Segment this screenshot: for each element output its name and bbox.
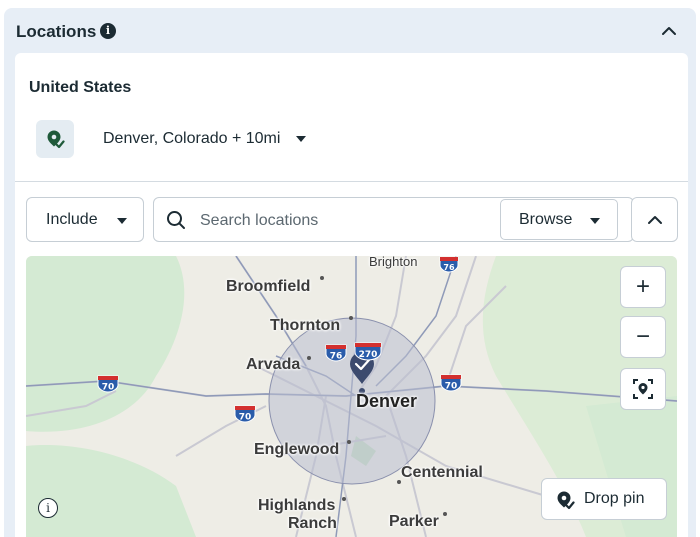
svg-text:270: 270	[359, 350, 378, 360]
info-icon[interactable]: i	[100, 23, 116, 39]
city-label-parker: Parker	[389, 513, 439, 530]
interstate-shield-icon: 70	[440, 374, 462, 392]
country-label: United States	[29, 79, 132, 96]
drop-pin-label: Drop pin	[584, 490, 645, 507]
svg-text:70: 70	[445, 382, 458, 392]
city-label-broomfield: Broomfield	[226, 278, 311, 295]
chevron-up-icon[interactable]	[658, 20, 680, 42]
city-label-centennial: Centennial	[401, 464, 483, 481]
selected-location[interactable]: Denver, Colorado + 10mi	[103, 130, 280, 148]
map-view[interactable]: Brighton Broomfield Thornton Arvada Denv…	[26, 256, 677, 537]
interstate-shield-icon: 70	[234, 405, 256, 423]
locations-header[interactable]: Locations i	[4, 8, 696, 52]
locations-panel: Locations i United States Denver, Colora…	[4, 8, 696, 537]
city-label-thornton: Thornton	[270, 317, 341, 334]
interstate-shield-icon: 76	[439, 256, 459, 273]
locations-card: United States Denver, Colorado + 10mi In…	[15, 53, 688, 537]
browse-label: Browse	[519, 211, 573, 228]
city-label-denver: Denver	[356, 391, 418, 411]
interstate-shield-icon: 70	[97, 375, 119, 393]
chevron-down-icon[interactable]	[296, 136, 306, 142]
city-label-highlands: Highlands	[258, 497, 336, 514]
svg-text:70: 70	[239, 413, 252, 423]
interstate-shield-icon: 270	[354, 342, 382, 361]
search-icon	[167, 211, 185, 229]
city-label-ranch: Ranch	[288, 515, 337, 532]
collapse-map-button[interactable]	[631, 197, 678, 242]
include-dropdown[interactable]: Include	[26, 197, 144, 242]
svg-text:76: 76	[443, 263, 455, 272]
divider	[15, 181, 688, 182]
chevron-down-icon	[117, 218, 127, 224]
chevron-down-icon	[590, 218, 600, 224]
chevron-up-icon	[648, 216, 662, 224]
location-pin-check-icon	[47, 130, 65, 149]
drop-pin-button[interactable]: Drop pin	[541, 478, 667, 520]
zoom-in-button[interactable]: +	[620, 266, 666, 308]
city-label-arvada: Arvada	[246, 356, 301, 373]
zoom-out-button[interactable]: −	[620, 316, 666, 358]
recenter-button[interactable]	[620, 368, 666, 410]
locate-pin-icon	[633, 379, 653, 399]
svg-text:76: 76	[330, 352, 343, 362]
search-input[interactable]	[198, 207, 492, 235]
include-label: Include	[46, 211, 98, 228]
search-box: Browse	[153, 197, 634, 242]
city-label-englewood: Englewood	[254, 441, 340, 458]
svg-text:70: 70	[102, 383, 115, 393]
map-info-icon[interactable]: i	[38, 498, 58, 518]
city-label-brighton: Brighton	[369, 256, 418, 269]
location-pin-check-icon	[557, 491, 575, 510]
interstate-shield-icon: 76	[325, 344, 347, 362]
browse-button[interactable]: Browse	[500, 199, 618, 240]
location-badge	[36, 120, 74, 158]
section-title: Locations	[16, 22, 97, 41]
